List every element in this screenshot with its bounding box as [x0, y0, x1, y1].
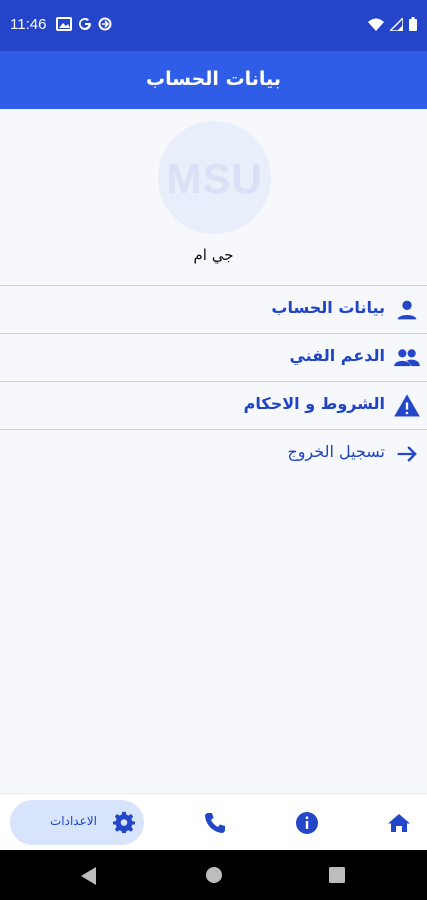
- gear-icon: [113, 811, 135, 833]
- home-circle-icon[interactable]: [206, 867, 222, 883]
- arrow-right-icon: [397, 446, 417, 462]
- menu-item-account[interactable]: بيانات الحساب: [0, 285, 427, 333]
- menu-item-support[interactable]: الدعم الفني: [0, 333, 427, 381]
- menu-item-label: تسجيل الخروج: [287, 442, 385, 461]
- info-icon[interactable]: [295, 811, 319, 835]
- user-name: جي ام: [193, 246, 234, 264]
- phone-icon[interactable]: [203, 811, 227, 835]
- notification-icons: [56, 17, 112, 31]
- menu-item-label: الشروط و الاحكام: [243, 394, 385, 413]
- menu-item-terms[interactable]: الشروط و الاحكام: [0, 381, 427, 429]
- nav-settings[interactable]: الاعدادات: [10, 800, 144, 845]
- battery-icon: [409, 17, 417, 31]
- settings-menu: بيانات الحساب الدعم الفني الشروط و الاحك…: [0, 285, 427, 477]
- bottom-nav: الاعدادات: [0, 793, 427, 850]
- menu-item-logout[interactable]: تسجيل الخروج: [0, 429, 427, 477]
- recents-icon[interactable]: [329, 867, 345, 883]
- avatar: MSU: [158, 121, 271, 234]
- system-nav-bar: [0, 850, 427, 900]
- sync-icon: [98, 17, 112, 31]
- person-icon: [397, 300, 417, 320]
- signal-icon: [390, 17, 403, 31]
- status-bar: 11:46: [0, 0, 427, 51]
- menu-item-label: الدعم الفني: [289, 346, 385, 365]
- page-title: بيانات الحساب: [146, 68, 281, 90]
- home-icon[interactable]: [387, 811, 411, 835]
- nav-settings-label: الاعدادات: [50, 814, 97, 828]
- google-icon: [79, 17, 91, 30]
- people-icon: [394, 349, 420, 367]
- system-icons: [368, 17, 417, 31]
- status-time: 11:46: [10, 16, 47, 33]
- back-icon[interactable]: [81, 867, 97, 885]
- menu-item-label: بيانات الحساب: [271, 298, 385, 317]
- app-bar: بيانات الحساب: [0, 51, 427, 109]
- wifi-icon: [368, 18, 384, 31]
- gallery-icon: [56, 17, 72, 31]
- avatar-logo: MSU: [166, 155, 263, 202]
- warning-icon: [394, 394, 420, 417]
